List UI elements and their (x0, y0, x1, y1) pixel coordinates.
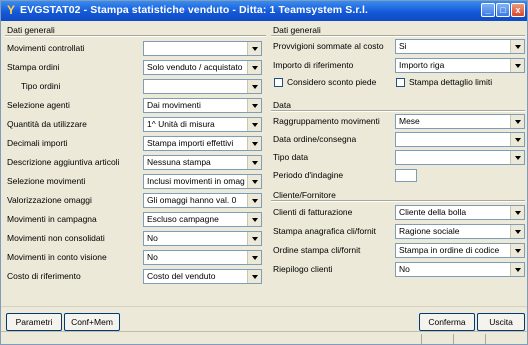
window-controls: _ □ x (480, 3, 525, 17)
chevron-down-icon[interactable] (510, 263, 524, 276)
chevron-down-icon[interactable] (510, 244, 524, 257)
selezione-agenti-combo[interactable]: Dai movimenti (143, 98, 262, 113)
stampa-ordini-combo[interactable]: Solo venduto / acquistato (143, 60, 262, 75)
anagrafica-combo[interactable]: Ragione sociale (395, 224, 525, 239)
movimenti-controllati-combo[interactable] (143, 41, 262, 56)
chevron-down-icon[interactable] (247, 194, 261, 207)
quantita-da-utilizzare-combo[interactable]: 1^ Unità di misura (143, 117, 262, 132)
descrizione-aggiuntiva-label: Descrizione aggiuntiva articoli (7, 157, 120, 167)
descrizione-aggiuntiva-combo[interactable]: Nessuna stampa (143, 155, 262, 170)
tipo-ordini-combo[interactable] (143, 79, 262, 94)
section-divider (271, 200, 525, 202)
sconto-checkbox[interactable] (274, 78, 283, 87)
minimize-icon[interactable]: _ (481, 3, 495, 17)
anagrafica-label: Stampa anagrafica cli/fornit (273, 226, 376, 236)
chevron-down-icon[interactable] (247, 137, 261, 150)
importo-label: Importo di riferimento (273, 60, 354, 70)
provvigioni-label: Provvigioni sommate al costo (273, 41, 384, 51)
movimenti-conto-visione-combo[interactable]: No (143, 250, 262, 265)
conferma-button[interactable]: Conferma (419, 313, 475, 331)
clienti-fatt-label: Clienti di fatturazione (273, 207, 353, 217)
section-dati-generali-right: Dati generali (273, 25, 321, 35)
stampa-ordini-label: Stampa ordini (7, 62, 60, 72)
window-title: EVGSTAT02 - Stampa statistiche venduto -… (20, 4, 369, 16)
chevron-down-icon[interactable] (247, 270, 261, 283)
chevron-down-icon[interactable] (247, 99, 261, 112)
valorizzazione-omaggi-combo[interactable]: Gli omaggi hanno val. 0 (143, 193, 262, 208)
section-dati-generali-left: Dati generali (7, 25, 55, 35)
raggruppamento-label: Raggruppamento movimenti (273, 116, 380, 126)
selezione-movimenti-label: Selezione movimenti (7, 176, 86, 186)
raggruppamento-combo[interactable]: Mese (395, 114, 525, 129)
chevron-down-icon[interactable] (247, 232, 261, 245)
section-divider (271, 110, 525, 112)
movimenti-non-consolidati-label: Movimenti non consolidati (7, 233, 105, 243)
ordine-stampa-label: Ordine stampa cli/fornit (273, 245, 361, 255)
status-bar (1, 331, 527, 344)
movimenti-in-campagna-combo[interactable]: Escluso campagne (143, 212, 262, 227)
ordine-stampa-combo[interactable]: Stampa in ordine di codice (395, 243, 525, 258)
status-segment (485, 334, 486, 344)
provvigioni-combo[interactable]: Si (395, 39, 525, 54)
section-cliente-fornitore: Cliente/Fornitore (273, 190, 336, 200)
chevron-down-icon[interactable] (247, 213, 261, 226)
chevron-down-icon[interactable] (247, 80, 261, 93)
decimali-importi-combo[interactable]: Stampa importi effettivi (143, 136, 262, 151)
chevron-down-icon[interactable] (510, 151, 524, 164)
periodo-field[interactable] (395, 169, 417, 182)
clienti-fatt-combo[interactable]: Cliente della bolla (395, 205, 525, 220)
movimenti-controllati-label: Movimenti controllati (7, 43, 85, 53)
chevron-down-icon[interactable] (510, 115, 524, 128)
data-ordine-label: Data ordine/consegna (273, 134, 357, 144)
movimenti-non-consolidati-combo[interactable]: No (143, 231, 262, 246)
chevron-down-icon[interactable] (247, 175, 261, 188)
costo-di-riferimento-combo[interactable]: Costo del venduto (143, 269, 262, 284)
tipo-data-label: Tipo data (273, 152, 309, 162)
chevron-down-icon[interactable] (247, 61, 261, 74)
conf-mem-button[interactable]: Conf+Mem (64, 313, 120, 331)
section-data: Data (273, 100, 291, 110)
uscita-button[interactable]: Uscita (477, 313, 525, 331)
maximize-icon[interactable]: □ (496, 3, 510, 17)
decimali-importi-label: Decimali importi (7, 138, 68, 148)
chevron-down-icon[interactable] (247, 156, 261, 169)
tipo-data-combo[interactable] (395, 150, 525, 165)
status-segment (421, 334, 422, 344)
limiti-label: Stampa dettaglio limiti (409, 77, 493, 87)
limiti-checkbox[interactable] (396, 78, 405, 87)
riepilogo-combo[interactable]: No (395, 262, 525, 277)
chevron-down-icon[interactable] (510, 59, 524, 72)
riepilogo-label: Riepilogo clienti (273, 264, 333, 274)
status-segment (453, 334, 454, 344)
close-icon[interactable]: x (511, 3, 525, 17)
costo-di-riferimento-label: Costo di riferimento (7, 271, 81, 281)
parametri-button[interactable]: Parametri (6, 313, 62, 331)
chevron-down-icon[interactable] (510, 206, 524, 219)
selezione-movimenti-combo[interactable]: Inclusi movimenti in omag. (143, 174, 262, 189)
chevron-down-icon[interactable] (247, 118, 261, 131)
chevron-down-icon[interactable] (510, 40, 524, 53)
selezione-agenti-label: Selezione agenti (7, 100, 70, 110)
movimenti-in-campagna-label: Movimenti in campagna (7, 214, 97, 224)
sconto-label: Considero sconto piede (287, 77, 377, 87)
main-window: Y EVGSTAT02 - Stampa statistiche venduto… (0, 0, 528, 345)
periodo-label: Periodo d'indagine (273, 170, 344, 180)
quantita-da-utilizzare-label: Quantità da utilizzare (7, 119, 87, 129)
chevron-down-icon[interactable] (510, 133, 524, 146)
title-bar[interactable]: Y EVGSTAT02 - Stampa statistiche venduto… (1, 1, 527, 21)
tipo-ordini-label: Tipo ordini (21, 81, 61, 91)
section-divider (5, 35, 266, 37)
valorizzazione-omaggi-label: Valorizzazione omaggi (7, 195, 92, 205)
movimenti-conto-visione-label: Movimenti in conto visione (7, 252, 107, 262)
section-divider (271, 35, 525, 37)
chevron-down-icon[interactable] (247, 251, 261, 264)
importo-combo[interactable]: Importo riga (395, 58, 525, 73)
app-icon: Y (6, 3, 15, 17)
data-ordine-combo[interactable] (395, 132, 525, 147)
chevron-down-icon[interactable] (510, 225, 524, 238)
chevron-down-icon[interactable] (247, 42, 261, 55)
